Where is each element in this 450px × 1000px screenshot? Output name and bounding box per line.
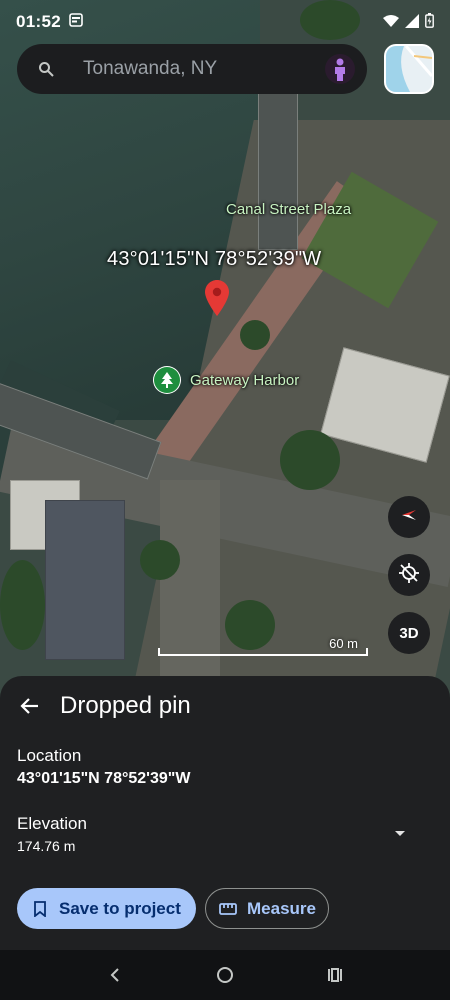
place-label-gateway-harbor[interactable]: Gateway Harbor [190, 372, 299, 389]
location-disabled-icon [398, 562, 420, 589]
building-roof [45, 500, 125, 660]
location-value[interactable]: 43°01'15"N 78°52'39"W [17, 770, 190, 788]
save-to-project-button[interactable]: Save to project [17, 888, 196, 929]
gallery-icon [69, 12, 83, 32]
status-bar: 01:52 [0, 0, 450, 44]
measure-label: Measure [247, 898, 316, 918]
system-navigation-bar [0, 950, 450, 1000]
scale-line [158, 648, 368, 656]
wifi-icon [383, 14, 399, 31]
place-details-sheet: Dropped pin Location 43°01'15"N 78°52'39… [0, 676, 450, 950]
compass-button[interactable] [388, 496, 430, 538]
signal-icon [405, 13, 419, 31]
park-tree-icon[interactable] [153, 366, 181, 394]
nav-recents-icon[interactable] [320, 960, 350, 990]
back-arrow-icon[interactable] [18, 694, 42, 718]
satellite-map[interactable]: Canal Street Plaza 43°01'15"N 78°52'39"W… [0, 0, 450, 700]
elevation-value: 174.76 m [17, 838, 76, 854]
bridge-top [258, 90, 298, 250]
street-vertical [160, 480, 220, 700]
tree [140, 540, 180, 580]
ruler-icon [219, 900, 237, 918]
map-thumbnail-icon [386, 46, 432, 92]
tree [280, 430, 340, 490]
search-icon[interactable] [35, 58, 57, 80]
measure-button[interactable]: Measure [205, 888, 329, 929]
map-layers-button[interactable] [384, 44, 434, 94]
clock: 01:52 [16, 12, 61, 31]
chevron-down-icon[interactable] [392, 826, 408, 842]
nav-home-icon[interactable] [210, 960, 240, 990]
tree [0, 560, 45, 650]
tree [240, 320, 270, 350]
coordinate-label: 43°01'15"N 78°52'39"W [107, 248, 322, 270]
elevation-label: Elevation [17, 814, 87, 833]
dropped-pin-icon[interactable] [205, 280, 229, 321]
search-bar[interactable]: Tonawanda, NY [17, 44, 367, 94]
compass-icon [398, 504, 420, 531]
avatar[interactable] [325, 54, 355, 84]
battery-icon [425, 13, 434, 31]
scale-bar: 60 m [158, 636, 368, 658]
bookmark-icon [31, 900, 49, 918]
sheet-title: Dropped pin [60, 692, 191, 719]
search-input[interactable]: Tonawanda, NY [83, 58, 325, 80]
nav-back-icon[interactable] [100, 960, 130, 990]
sheet-header: Dropped pin [18, 692, 191, 720]
location-label: Location [17, 746, 82, 765]
my-location-button[interactable] [388, 554, 430, 596]
3d-toggle-button[interactable]: 3D [388, 612, 430, 654]
place-label-canal-street-plaza[interactable]: Canal Street Plaza [226, 201, 351, 218]
save-to-project-label: Save to project [59, 898, 181, 918]
